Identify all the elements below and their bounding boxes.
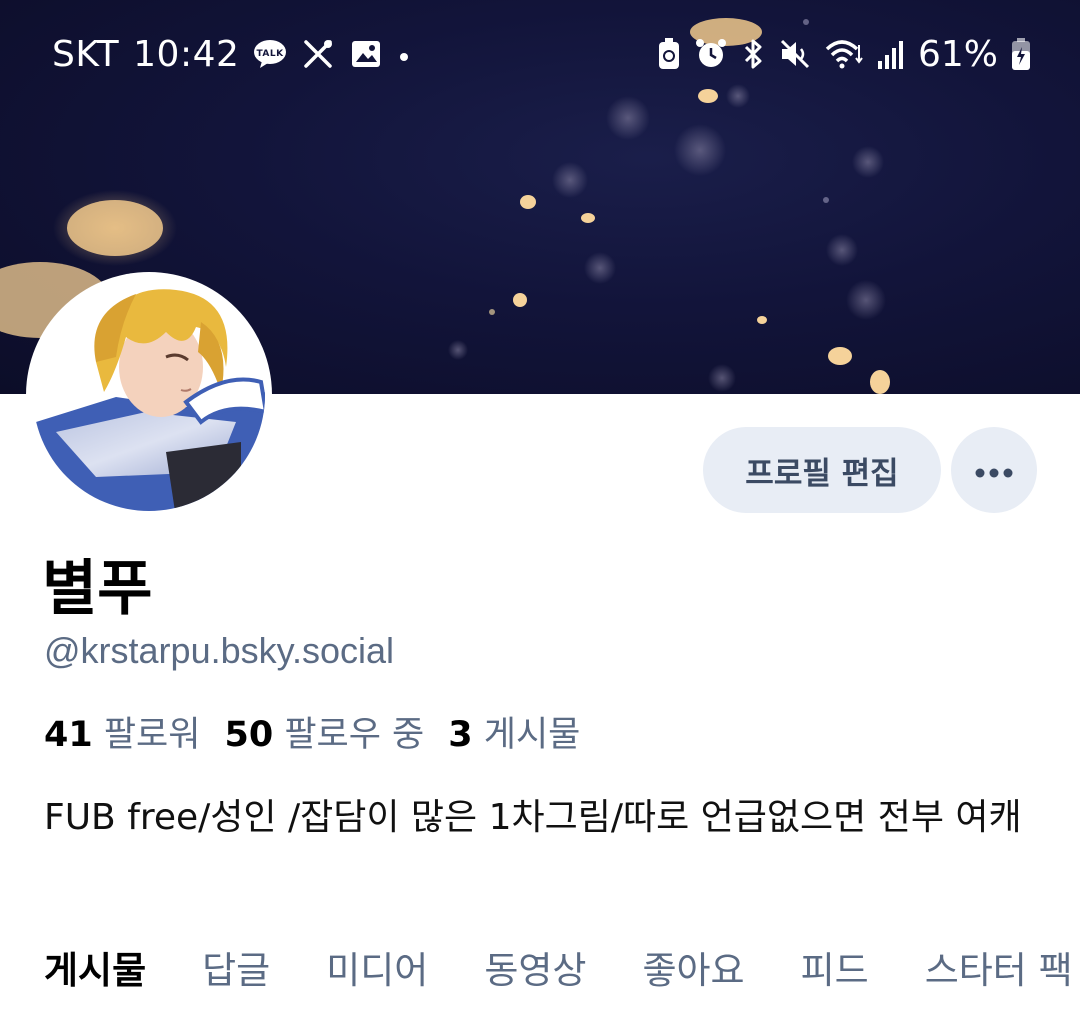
carrier-label: SKT: [52, 33, 120, 75]
tab-feeds[interactable]: 피드: [801, 940, 869, 1000]
tab-media[interactable]: 미디어: [326, 940, 428, 1000]
profile-bio: FUB free/성인 /잡담이 많은 1차그림/따로 언급없으면 전부 여캐: [44, 797, 1022, 838]
signal-icon: [876, 37, 906, 71]
tab-starter-packs[interactable]: 스타터 팩: [925, 940, 1073, 1000]
mute-icon: [778, 37, 812, 71]
avatar-image: [33, 279, 265, 511]
talk-icon: TALK: [253, 37, 287, 71]
more-options-button[interactable]: [951, 427, 1037, 513]
bluetooth-icon: [740, 37, 766, 71]
tab-replies[interactable]: 답글: [202, 940, 270, 1000]
tab-videos[interactable]: 동영상: [484, 940, 586, 1000]
svg-text:TALK: TALK: [257, 49, 285, 59]
edit-profile-button[interactable]: 프로필 편집: [703, 427, 941, 513]
avatar[interactable]: [26, 272, 272, 518]
battery-saver-icon: [656, 37, 682, 71]
alarm-icon: [694, 37, 728, 71]
posts-label: 게시물: [483, 715, 581, 755]
battery-icon: [1010, 37, 1032, 71]
posts-stat: 3 게시물: [448, 706, 580, 757]
profile-tabs: 게시물 답글 미디어 동영상 좋아요 피드 스타터 팩: [44, 940, 1080, 1000]
status-bar-right: 61%: [656, 28, 1032, 80]
following-label: 팔로우 중: [284, 715, 425, 755]
followers-count: 41: [44, 715, 93, 755]
posts-count: 3: [448, 715, 473, 755]
followers-stat[interactable]: 41 팔로워: [44, 706, 200, 757]
tab-likes[interactable]: 좋아요: [642, 940, 744, 1000]
clock: 10:42: [133, 33, 240, 75]
following-count: 50: [224, 715, 274, 755]
more-horizontal-icon: [974, 464, 1014, 478]
status-bar-left: SKT 10:42 TALK: [52, 28, 411, 80]
profile-stats: 41 팔로워 50 팔로우 중 3 게시물: [44, 706, 604, 757]
wifi-icon: [824, 37, 864, 71]
tab-posts[interactable]: 게시물: [44, 940, 146, 1000]
following-stat[interactable]: 50 팔로우 중: [224, 706, 424, 757]
gallery-icon: [349, 37, 383, 71]
display-name: 별푸: [42, 554, 153, 624]
dot-icon: [397, 37, 411, 71]
battery-percent: 61%: [917, 33, 998, 75]
status-bar: SKT 10:42 TALK 61%: [0, 28, 1080, 80]
tools-icon: [301, 37, 335, 71]
profile-handle[interactable]: @krstarpu.bsky.social: [44, 630, 394, 672]
followers-label: 팔로워: [103, 715, 201, 755]
